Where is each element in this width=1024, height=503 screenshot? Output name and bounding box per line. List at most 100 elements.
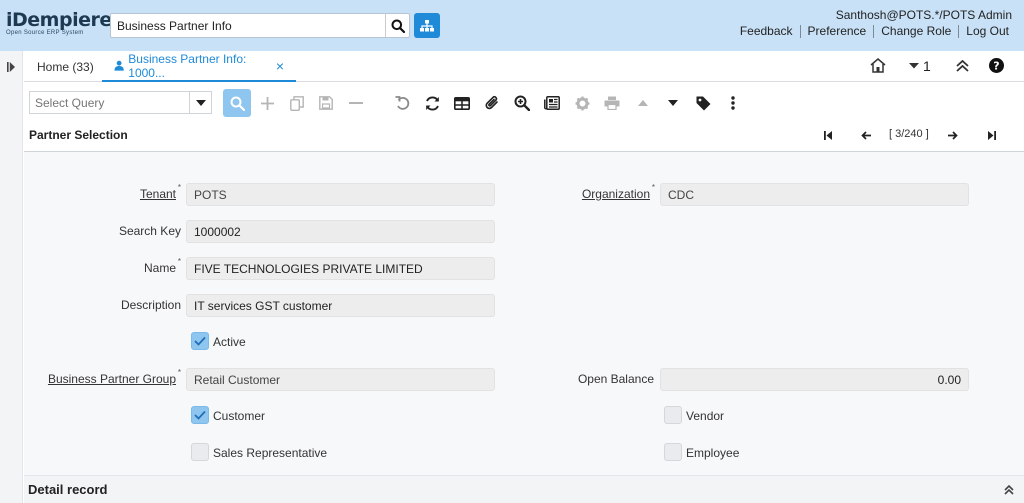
description-label: Description [120,298,181,312]
copy-record-button[interactable] [285,91,309,115]
caret-up-icon [638,100,648,106]
attachment-button[interactable] [480,91,504,115]
undo-icon [395,96,409,110]
employee-checkbox[interactable] [664,443,682,461]
detail-record-title: Detail record [28,482,108,497]
bp-group-value: Retail Customer [194,372,281,387]
description-value: IT services GST customer [194,298,333,313]
save-icon [319,96,333,110]
zoom-across-button[interactable] [510,91,534,115]
header-links: Feedback Preference Change Role Log Out [733,25,1016,38]
vendor-label[interactable]: Vendor [686,409,724,423]
description-field[interactable]: IT services GST customer [186,294,495,317]
save-button[interactable] [314,91,338,115]
user-role-label[interactable]: Santhosh@POTS.*/POTS Admin [836,8,1012,22]
check-icon [194,336,206,346]
new-record-button[interactable] [255,91,279,115]
grid-toggle-button[interactable] [450,91,474,115]
logo-brand: iDempiere [6,9,112,31]
previous-record-button[interactable] [856,127,876,143]
required-mark: * [651,183,655,192]
logout-link[interactable]: Log Out [958,25,1016,38]
search-key-field[interactable]: 1000002 [186,220,495,243]
bp-group-label[interactable]: Business Partner Group * [48,368,181,386]
organization-field[interactable]: CDC [660,183,969,206]
home-icon [870,58,886,73]
tenant-label[interactable]: Tenant * [139,183,181,201]
user-icon [114,60,124,71]
refresh-icon [425,96,439,110]
global-search-input[interactable] [111,14,383,37]
refresh-button[interactable] [420,91,444,115]
next-record-button[interactable] [943,127,963,143]
tag-icon [696,96,710,110]
vendor-checkbox[interactable] [664,406,682,424]
select-query-dropdown[interactable] [189,92,211,113]
process-button[interactable] [570,91,594,115]
close-tab-icon[interactable]: × [276,58,284,74]
detail-record-bar: Detail record [24,475,1024,503]
sales-representative-checkbox[interactable] [191,443,209,461]
organization-label[interactable]: Organization * [581,183,655,201]
caret-down-icon [195,99,206,106]
panel-title: Partner Selection [29,128,128,142]
customer-checkbox[interactable] [191,406,209,424]
preference-link[interactable]: Preference [799,25,874,38]
customer-label[interactable]: Customer [213,409,265,423]
home-button[interactable] [870,58,886,73]
detail-record-button[interactable] [661,91,685,115]
kebab-menu-icon [731,96,735,110]
active-checkbox[interactable] [191,332,209,350]
organization-label-text: Organization [581,187,650,201]
more-actions-button[interactable] [721,91,745,115]
last-record-button[interactable] [982,127,1002,143]
required-mark: * [177,257,181,266]
open-balance-label: Open Balance [577,372,654,386]
select-query-combo [29,91,212,114]
name-field[interactable]: FIVE TECHNOLOGIES PRIVATE LIMITED [186,257,495,280]
gear-icon [575,96,589,110]
expand-panel-icon[interactable] [7,62,16,72]
tenant-field[interactable]: POTS [186,183,495,206]
open-balance-field[interactable]: 0.00 [660,368,969,391]
plus-icon [260,96,274,110]
menu-tree-button[interactable] [414,13,440,38]
window-list-dropdown[interactable]: 1 [908,58,931,74]
name-label-text: Name [143,261,176,275]
first-record-button[interactable] [818,127,838,143]
maximize-button[interactable] [956,60,969,72]
label-button[interactable] [691,91,715,115]
help-button[interactable]: ? [989,58,1004,73]
search-key-value: 1000002 [194,224,241,239]
paperclip-icon [485,96,498,110]
logo-tagline: Open Source ERP System [6,30,84,36]
delete-record-button[interactable] [344,91,368,115]
expand-detail-button[interactable] [1004,484,1014,498]
report-button[interactable] [540,91,564,115]
copy-icon [290,95,304,111]
print-button[interactable] [600,91,624,115]
tab-home[interactable]: Home (33) [37,51,94,82]
employee-label[interactable]: Employee [686,446,739,460]
undo-button[interactable] [390,91,414,115]
tab-active-label: Business Partner Info: 1000... [128,51,247,80]
sales-representative-label[interactable]: Sales Representative [213,446,327,460]
table-icon [454,96,470,110]
idempiere-logo[interactable]: iDempiere Open Source ERP System [6,9,112,40]
select-query-input[interactable] [30,92,190,113]
name-label: Name * [143,257,181,275]
arrow-left-icon [861,130,871,140]
global-search-box [110,13,410,38]
open-balance-value: 0.00 [937,372,961,387]
tab-business-partner-info[interactable]: Business Partner Info: 1000... × [102,51,296,82]
change-role-link[interactable]: Change Role [873,25,958,38]
bp-group-field[interactable]: Retail Customer [186,368,495,391]
find-button[interactable] [223,89,251,117]
active-label[interactable]: Active [213,335,246,349]
newspaper-icon [544,96,560,110]
parent-record-button[interactable] [631,91,655,115]
search-button[interactable] [385,14,409,37]
window-toolbar [24,84,1024,120]
feedback-link[interactable]: Feedback [733,25,800,38]
tenant-label-text: Tenant [139,187,176,201]
